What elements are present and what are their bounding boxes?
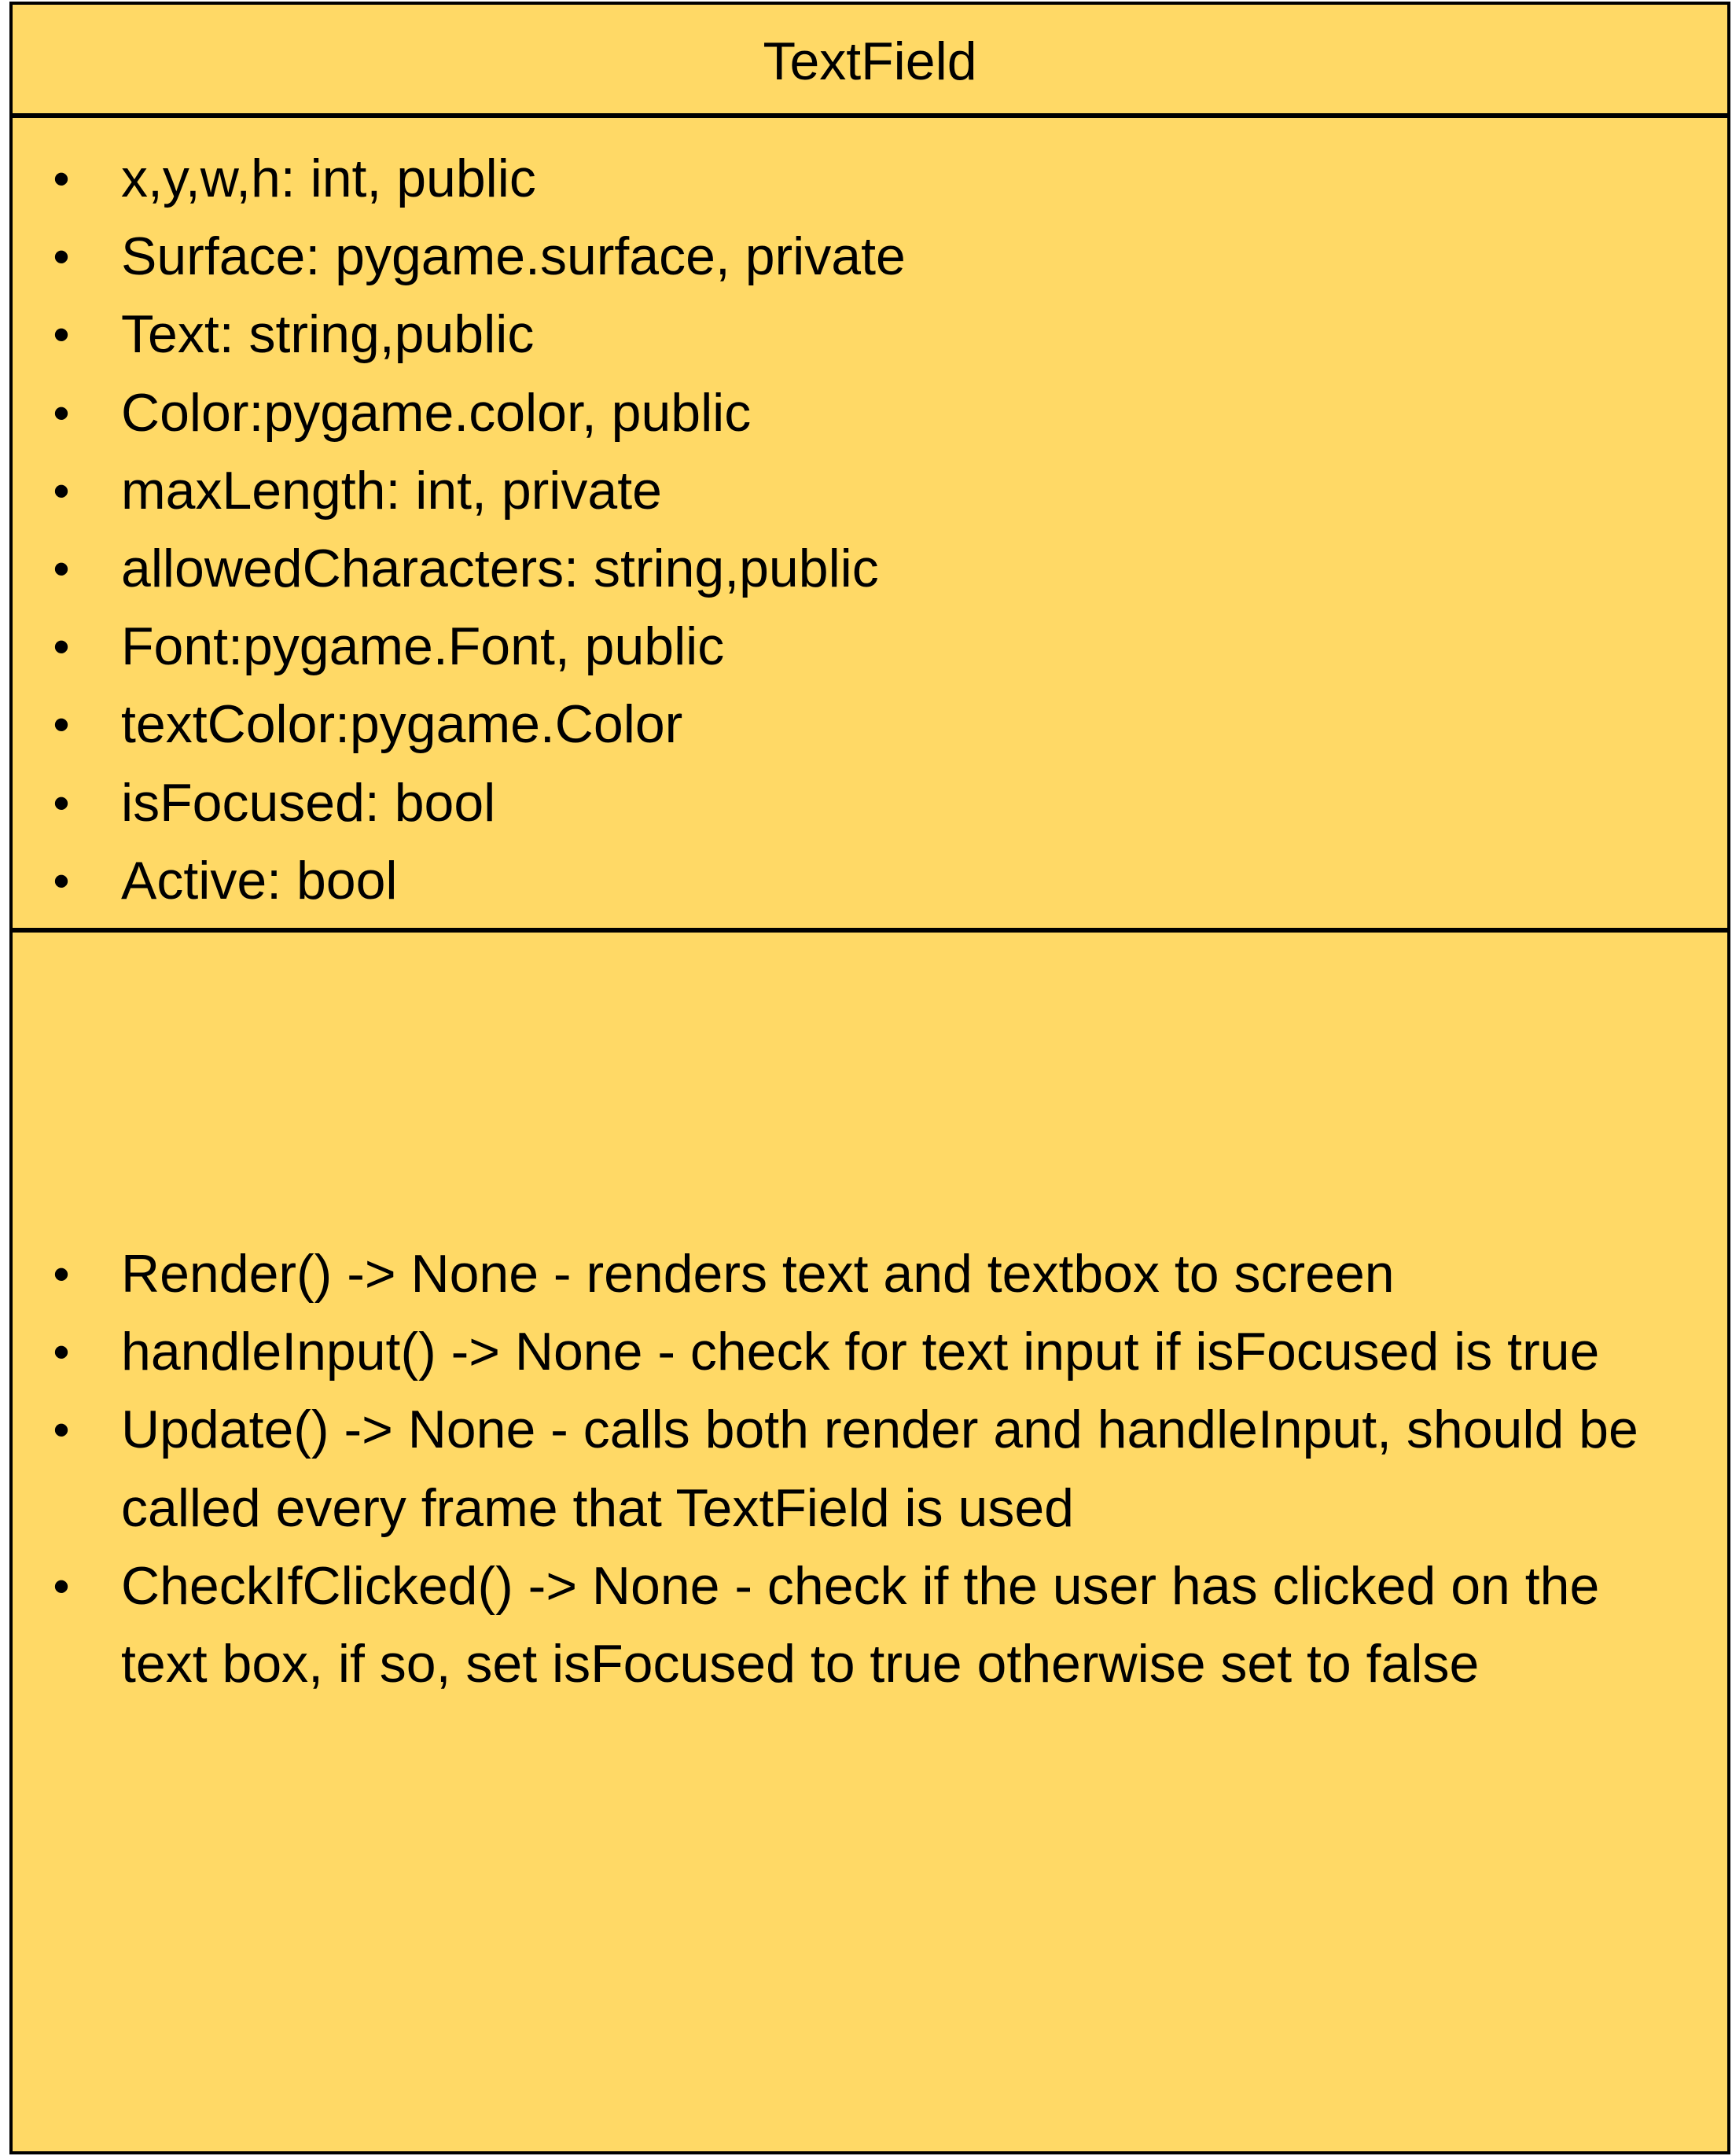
attribute-item: • Surface: pygame.surface, private: [13, 218, 1727, 296]
attribute-item: • maxLength: int, private: [13, 452, 1727, 530]
attribute-text: allowedCharacters: string,public: [121, 539, 879, 599]
method-item: • handleInput() -> None - check for text …: [13, 1313, 1727, 1391]
attribute-item: • Text: string,public: [13, 296, 1727, 373]
bullet-icon: •: [53, 153, 70, 205]
attribute-text: textColor:pygame.Color: [121, 694, 683, 755]
attribute-item: • allowedCharacters: string,public: [13, 530, 1727, 608]
bullet-icon: •: [53, 543, 70, 596]
attribute-item: • Font:pygame.Font, public: [13, 608, 1727, 686]
attribute-text: x,y,w,h: int, public: [121, 149, 536, 208]
attribute-item: • isFocused: bool: [13, 764, 1727, 842]
method-text: handleInput() -> None - check for text i…: [121, 1322, 1600, 1382]
method-text: Update() -> None - calls both render and…: [121, 1400, 1638, 1538]
bullet-icon: •: [53, 698, 70, 752]
bullet-icon: •: [53, 1326, 70, 1379]
attribute-text: Font:pygame.Font, public: [121, 616, 725, 677]
attribute-list: • x,y,w,h: int, public • Surface: pygame.s…: [13, 140, 1727, 920]
attribute-text: isFocused: bool: [121, 772, 496, 833]
bullet-icon: •: [53, 386, 70, 440]
bullet-icon: •: [53, 776, 70, 830]
method-item: • Update() -> None - calls both render an…: [13, 1391, 1727, 1547]
attribute-text: maxLength: int, private: [121, 460, 662, 521]
class-header: TextField: [13, 5, 1727, 118]
methods-section: • Render() -> None - renders text and tex…: [13, 933, 1727, 2151]
bullet-icon: •: [53, 1248, 70, 1301]
attribute-text: Text: string,public: [121, 304, 535, 365]
attribute-item: • Color:pygame.color, public: [13, 374, 1727, 452]
method-text: CheckIfClicked() -> None - check if the …: [121, 1555, 1600, 1694]
attributes-section: • x,y,w,h: int, public • Surface: pygame.s…: [13, 118, 1727, 933]
method-item: • Render() -> None - renders text and tex…: [13, 1235, 1727, 1313]
attribute-text: Surface: pygame.surface, private: [121, 226, 906, 287]
bullet-icon: •: [53, 1404, 70, 1457]
bullet-icon: •: [53, 230, 70, 284]
bullet-icon: •: [53, 464, 70, 517]
attribute-item: • Active: bool: [13, 842, 1727, 920]
bullet-icon: •: [53, 308, 70, 362]
attribute-item: • textColor:pygame.Color: [13, 686, 1727, 763]
method-text: Render() -> None - renders text and text…: [121, 1244, 1395, 1304]
uml-class-box: TextField • x,y,w,h: int, public • Surface…: [9, 2, 1730, 2154]
attribute-text: Active: bool: [121, 850, 398, 911]
method-list: • Render() -> None - renders text and tex…: [13, 1235, 1727, 1703]
method-item: • CheckIfClicked() -> None - check if the…: [13, 1547, 1727, 1703]
bullet-icon: •: [53, 1559, 70, 1613]
class-title: TextField: [763, 31, 977, 91]
bullet-icon: •: [53, 620, 70, 674]
attribute-item: • x,y,w,h: int, public: [13, 140, 1727, 218]
bullet-icon: •: [53, 854, 70, 907]
attribute-text: Color:pygame.color, public: [121, 382, 752, 443]
